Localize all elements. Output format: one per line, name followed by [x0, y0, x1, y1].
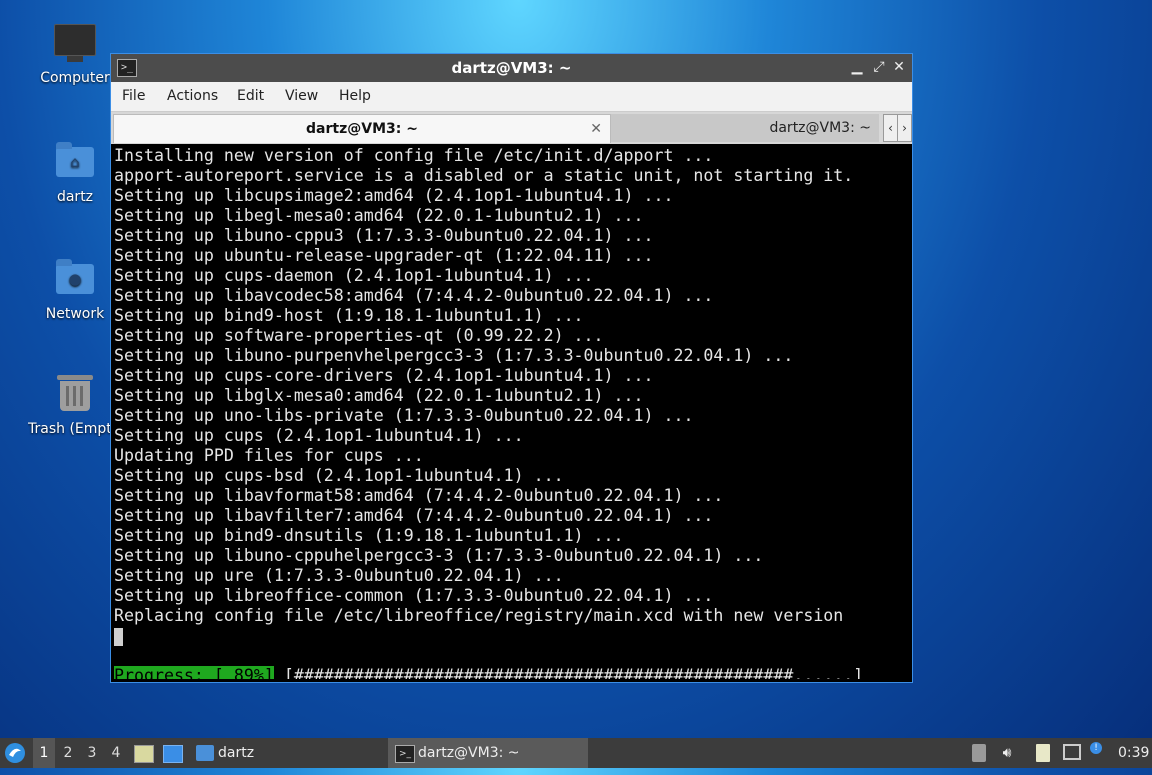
tab-terminal-1[interactable]: dartz@VM3: ~ ✕: [113, 114, 611, 143]
workspace-4[interactable]: 4: [105, 738, 127, 768]
close-button[interactable]: ✕: [890, 58, 908, 76]
workspace-2[interactable]: 2: [57, 738, 79, 768]
progress-line: Progress: [ 89%] [######################…: [114, 666, 909, 679]
workspace-3[interactable]: 3: [81, 738, 103, 768]
menu-edit[interactable]: Edit: [237, 88, 264, 104]
task-label: dartz@VM3: ~: [418, 745, 520, 761]
window-title: dartz@VM3: ~: [451, 59, 572, 77]
terminal-line: Setting up libreoffice-common (1:7.3.3-0…: [114, 586, 714, 605]
menu-file[interactable]: File: [122, 88, 145, 104]
menu-help[interactable]: Help: [339, 88, 371, 104]
terminal-line: Setting up libcupsimage2:amd64 (2.4.1op1…: [114, 186, 674, 205]
home-folder-icon: ⌂: [54, 142, 96, 185]
terminal-line: Setting up libuno-cppuhelpergcc3-3 (1:7.…: [114, 546, 764, 565]
clock[interactable]: 0:39: [1118, 738, 1150, 768]
terminal-line: Setting up cups-bsd (2.4.1op1-1ubuntu4.1…: [114, 466, 564, 485]
terminal-line: Setting up libavformat58:amd64 (7:4.4.2-…: [114, 486, 724, 505]
network-folder-icon: ●: [54, 259, 96, 302]
window-titlebar[interactable]: >_ dartz@VM3: ~ ▁ ⤢ ✕: [111, 54, 912, 82]
workspace-1[interactable]: 1: [33, 738, 55, 768]
tab-terminal-2[interactable]: dartz@VM3: ~: [611, 114, 879, 142]
show-desktop-icon[interactable]: [163, 745, 183, 763]
terminal-line: Replacing config file /etc/libreoffice/r…: [114, 606, 844, 625]
terminal-line: Setting up software-properties-qt (0.99.…: [114, 326, 604, 345]
terminal-line: Setting up bind9-host (1:9.18.1-1ubuntu1…: [114, 306, 584, 325]
taskbar: 1 2 3 4 dartz >_ dartz@VM3: ~ 🔊︎ ! 0:39: [0, 738, 1152, 768]
task-label: dartz: [218, 745, 255, 761]
task-terminal[interactable]: >_ dartz@VM3: ~: [388, 738, 588, 768]
terminal-task-icon: >_: [395, 745, 415, 763]
terminal-line: Setting up ubuntu-release-upgrader-qt (1…: [114, 246, 654, 265]
desktop-icon-label: Trash (Empty): [28, 421, 111, 437]
task-folder-dartz[interactable]: dartz: [194, 738, 314, 768]
terminal-line: Setting up cups-daemon (2.4.1op1-1ubuntu…: [114, 266, 594, 285]
terminal-output[interactable]: Installing new version of config file /e…: [114, 146, 909, 679]
tab-label: dartz@VM3: ~: [769, 120, 871, 136]
terminal-line: Setting up libavcodec58:amd64 (7:4.4.2-0…: [114, 286, 714, 305]
progress-label: Progress: [ 89%]: [114, 666, 274, 679]
menu-bar: File Actions Edit View Help: [111, 82, 912, 112]
terminal-window: >_ dartz@VM3: ~ ▁ ⤢ ✕ File Actions Edit …: [110, 53, 913, 683]
progress-bar: [#######################################…: [273, 666, 864, 679]
terminal-line: Updating PPD files for cups ...: [114, 446, 424, 465]
menu-actions[interactable]: Actions: [167, 88, 218, 104]
folder-icon: [196, 745, 214, 761]
tab-close-icon[interactable]: ✕: [590, 115, 602, 143]
terminal-line: Setting up libavfilter7:amd64 (7:4.4.2-0…: [114, 506, 714, 525]
update-notifier-icon[interactable]: !: [1090, 742, 1102, 754]
clipboard-icon[interactable]: [1036, 744, 1050, 762]
terminal-line: Setting up cups (2.4.1op1-1ubuntu4.1) ..…: [114, 426, 524, 445]
trash-icon: [54, 375, 96, 417]
network-icon[interactable]: [1063, 744, 1081, 760]
terminal-cursor-line: [114, 626, 909, 646]
file-manager-icon[interactable]: [134, 745, 154, 763]
software-updater-icon[interactable]: [972, 744, 986, 762]
terminal-line: Setting up libglx-mesa0:amd64 (22.0.1-1u…: [114, 386, 644, 405]
tab-scroll-left-icon[interactable]: ‹: [883, 114, 898, 142]
terminal-cursor: [114, 627, 123, 646]
terminal-line: Setting up libuno-purpenvhelpergcc3-3 (1…: [114, 346, 794, 365]
start-menu-button[interactable]: [4, 738, 28, 768]
terminal-line: Setting up ure (1:7.3.3-0ubuntu0.22.04.1…: [114, 566, 564, 585]
terminal-line: Setting up cups-core-drivers (2.4.1op1-1…: [114, 366, 654, 385]
terminal-line: Setting up bind9-dnsutils (1:9.18.1-1ubu…: [114, 526, 624, 545]
terminal-line: apport-autoreport.service is a disabled …: [114, 166, 854, 185]
maximize-button[interactable]: ⤢: [870, 58, 888, 76]
terminal-line: Setting up libegl-mesa0:amd64 (22.0.1-1u…: [114, 206, 644, 225]
terminal-line: Setting up uno-libs-private (1:7.3.3-0ub…: [114, 406, 694, 425]
minimize-button[interactable]: ▁: [848, 58, 866, 76]
terminal-line: Setting up libuno-cppu3 (1:7.3.3-0ubuntu…: [114, 226, 654, 245]
computer-icon: [54, 24, 96, 66]
menu-view[interactable]: View: [285, 88, 318, 104]
tab-bar: dartz@VM3: ~ ✕ dartz@VM3: ~ ‹ ›: [111, 112, 912, 144]
terminal-line: Installing new version of config file /e…: [114, 146, 714, 165]
desktop-icon-trash[interactable]: Trash (Empty): [25, 375, 111, 437]
tab-scroll-right-icon[interactable]: ›: [897, 114, 912, 142]
lubuntu-start-icon: [5, 743, 25, 763]
volume-icon[interactable]: 🔊︎: [998, 744, 1016, 762]
tab-label: dartz@VM3: ~: [306, 121, 418, 137]
